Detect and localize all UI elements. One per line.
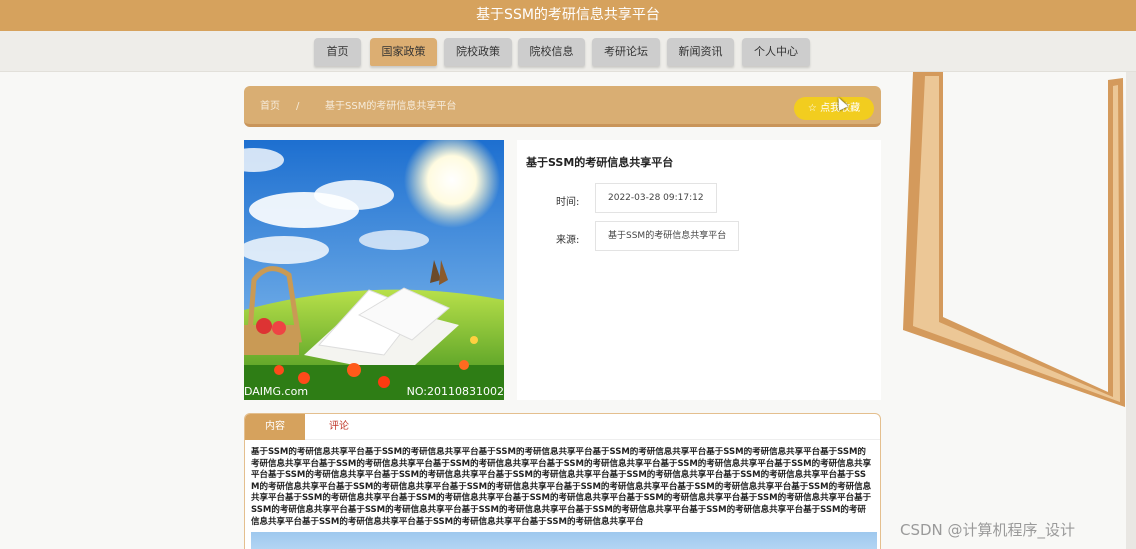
- app-header: 基于SSM的考研信息共享平台: [0, 0, 1136, 31]
- article-info-card: 基于SSM的考研信息共享平台 时间: 2022-03-28 09:17:12 来…: [517, 140, 881, 400]
- app-title: 基于SSM的考研信息共享平台: [476, 7, 660, 23]
- nav-item-school-info[interactable]: 院校信息: [518, 38, 585, 66]
- breadcrumb-separator: /: [296, 101, 300, 112]
- nav-item-national-policy[interactable]: 国家政策: [370, 38, 437, 66]
- content-tabs: 内容 评论: [245, 414, 880, 440]
- meadow-book-illustration: [244, 140, 504, 400]
- tab-comments[interactable]: 评论: [309, 414, 369, 440]
- content-panel: 内容 评论 基于SSM的考研信息共享平台基于SSM的考研信息共享平台基于SSM的…: [244, 413, 881, 549]
- breadcrumb-home[interactable]: 首页: [260, 86, 280, 127]
- breadcrumb-current: 基于SSM的考研信息共享平台: [325, 101, 457, 112]
- article-body: 基于SSM的考研信息共享平台基于SSM的考研信息共享平台基于SSM的考研信息共享…: [251, 447, 872, 527]
- decorative-frame: [903, 72, 1125, 407]
- nav-item-forum[interactable]: 考研论坛: [592, 38, 660, 66]
- source-value: 基于SSM的考研信息共享平台: [595, 221, 740, 251]
- image-caption-right: NO:20110831002: [406, 385, 504, 398]
- article-cover-image: DAIMG.com NO:20110831002: [244, 140, 504, 400]
- nav-item-school-policy[interactable]: 院校政策: [444, 38, 512, 66]
- source-label: 来源:: [556, 235, 580, 246]
- tab-content[interactable]: 内容: [245, 414, 305, 440]
- nav-item-home[interactable]: 首页: [314, 38, 361, 66]
- nav-item-personal-center[interactable]: 个人中心: [742, 38, 810, 66]
- article-title: 基于SSM的考研信息共享平台: [526, 156, 674, 169]
- image-caption-left: DAIMG.com: [244, 385, 309, 398]
- breadcrumb: 首页 / 基于SSM的考研信息共享平台 ☆ 点我收藏: [244, 86, 881, 127]
- nav-item-news[interactable]: 新闻资讯: [667, 38, 734, 66]
- time-label: 时间:: [556, 197, 580, 208]
- content-image: [251, 532, 877, 549]
- main-nav: 首页 国家政策 院校政策 院校信息 考研论坛 新闻资讯 个人中心: [0, 31, 1136, 72]
- time-value: 2022-03-28 09:17:12: [595, 183, 717, 213]
- watermark: CSDN @计算机程序_设计: [900, 521, 1076, 539]
